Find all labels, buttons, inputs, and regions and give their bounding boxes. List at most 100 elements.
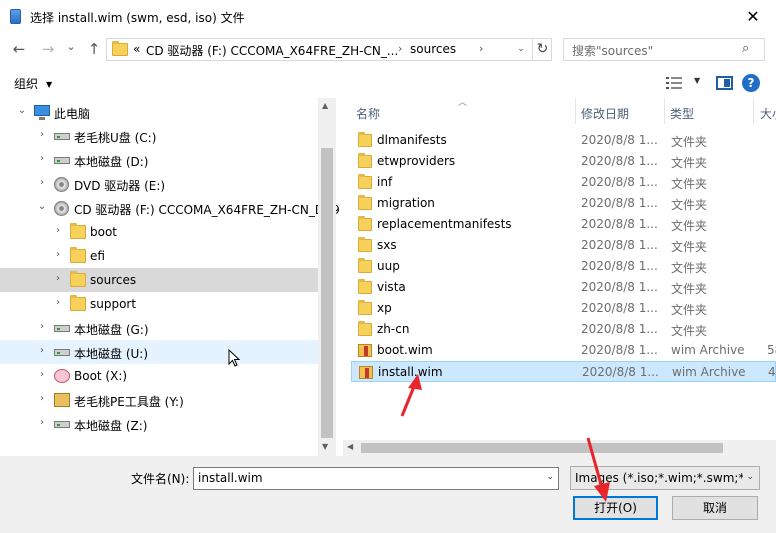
chevron-down-icon[interactable]: ⌄ [36, 201, 48, 212]
file-row[interactable]: inf 2020/8/8 1... 文件夹 [351, 172, 776, 193]
chevron-right-icon[interactable]: › [36, 153, 48, 164]
filename-input[interactable]: install.wim ⌄ [193, 467, 559, 490]
column-type[interactable]: 类型 [670, 105, 694, 122]
nav-tree-item[interactable]: › sources [0, 268, 318, 292]
scroll-thumb[interactable] [361, 443, 723, 453]
nav-tree-item[interactable]: › Boot (X:) [0, 364, 318, 388]
nav-tree-item[interactable]: ⌄ 此电脑 [0, 100, 318, 124]
breadcrumb-separator-icon[interactable]: › [479, 42, 483, 55]
chevron-right-icon[interactable]: › [36, 417, 48, 428]
breadcrumb-overflow[interactable]: « [133, 42, 140, 56]
filename-value[interactable]: install.wim [198, 471, 263, 485]
file-date: 2020/8/8 1... [581, 322, 658, 336]
back-arrow-icon[interactable]: ← [8, 38, 30, 60]
scroll-left-icon[interactable]: ◀ [347, 442, 353, 451]
cancel-button[interactable]: 取消 [672, 496, 758, 520]
close-icon[interactable]: ✕ [736, 4, 770, 30]
toolbar: 组织 ▼ [0, 66, 776, 98]
chevron-right-icon[interactable]: › [52, 225, 64, 236]
chevron-right-icon[interactable]: › [36, 345, 48, 356]
nav-tree-item[interactable]: › 老毛桃PE工具盘 (Y:) [0, 388, 318, 412]
nav-scrollbar[interactable]: ▲ ▼ [318, 98, 336, 456]
file-name: uup [377, 259, 400, 273]
chevron-right-icon[interactable]: › [36, 129, 48, 140]
nav-tree-item[interactable]: › 本地磁盘 (D:) [0, 148, 318, 172]
view-options-icon[interactable] [666, 76, 682, 90]
filename-label: 文件名(N): [131, 472, 190, 486]
up-arrow-icon[interactable]: ↑ [83, 38, 105, 60]
address-bar[interactable]: « CD 驱动器 (F:) CCCOMA_X64FRE_ZH-CN_... › … [106, 38, 552, 61]
column-date[interactable]: 修改日期 [581, 105, 629, 122]
folder-icon [70, 271, 86, 287]
file-date: 2020/8/8 1... [581, 238, 658, 252]
file-row[interactable]: boot.wim 2020/8/8 1... wim Archive 58 [351, 340, 776, 361]
chevron-down-icon[interactable]: ⌄ [546, 472, 554, 482]
file-row[interactable]: vista 2020/8/8 1... 文件夹 [351, 277, 776, 298]
file-row[interactable]: dlmanifests 2020/8/8 1... 文件夹 [351, 130, 776, 151]
file-type: 文件夹 [671, 177, 708, 191]
folder-icon [358, 258, 372, 273]
nav-tree-item[interactable]: › 老毛桃U盘 (C:) [0, 124, 318, 148]
breadcrumb-sources[interactable]: sources [410, 42, 456, 56]
chevron-right-icon[interactable]: › [52, 249, 64, 260]
archive-file-icon [359, 366, 373, 379]
file-row[interactable]: xp 2020/8/8 1... 文件夹 [351, 298, 776, 319]
breadcrumb-separator-icon[interactable]: › [398, 42, 402, 55]
window-title: 选择 install.wim (swm, esd, iso) 文件 [30, 11, 245, 25]
scroll-thumb[interactable] [321, 148, 333, 438]
drive-icon [54, 157, 70, 164]
file-row[interactable]: uup 2020/8/8 1... 文件夹 [351, 256, 776, 277]
nav-tree-item[interactable]: ⌄ CD 驱动器 (F:) CCCOMA_X64FRE_ZH-CN_DV9 [0, 196, 340, 220]
file-date: 2020/8/8 1... [581, 217, 658, 231]
chevron-right-icon[interactable]: › [52, 297, 64, 308]
scroll-down-icon[interactable]: ▼ [322, 442, 328, 451]
file-row[interactable]: zh-cn 2020/8/8 1... 文件夹 [351, 319, 776, 340]
column-divider[interactable] [753, 98, 754, 124]
scroll-up-icon[interactable]: ▲ [322, 101, 328, 110]
nav-tree-item[interactable]: › efi [0, 244, 318, 268]
help-icon[interactable]: ? [742, 74, 760, 92]
organize-button[interactable]: 组织 ▼ [14, 75, 52, 92]
search-icon[interactable]: ⌕ [742, 41, 749, 56]
forward-arrow-icon[interactable]: → [37, 38, 59, 60]
file-date: 2020/8/8 1... [581, 280, 658, 294]
file-date: 2020/8/8 1... [581, 154, 658, 168]
column-name[interactable]: 名称 [356, 105, 380, 122]
nav-tree-item[interactable]: › 本地磁盘 (G:) [0, 316, 318, 340]
folder-icon [70, 247, 86, 263]
file-row[interactable]: replacementmanifests 2020/8/8 1... 文件夹 [351, 214, 776, 235]
folder-icon [358, 195, 372, 210]
chevron-right-icon[interactable]: › [52, 273, 64, 284]
file-name: etwproviders [377, 154, 456, 168]
file-date: 2020/8/8 1... [581, 343, 658, 357]
nav-tree-item[interactable]: › support [0, 292, 318, 316]
search-input[interactable]: 搜索"sources" ⌕ [563, 38, 765, 61]
file-row[interactable]: etwproviders 2020/8/8 1... 文件夹 [351, 151, 776, 172]
preview-pane-icon[interactable] [716, 76, 733, 90]
column-divider[interactable] [664, 98, 665, 124]
nav-tree-label: efi [90, 249, 105, 263]
address-dropdown-icon[interactable]: ⌄ [512, 40, 530, 59]
file-row[interactable]: sxs 2020/8/8 1... 文件夹 [351, 235, 776, 256]
chevron-down-icon[interactable]: ⌄ [16, 105, 28, 116]
nav-tree-label: 此电脑 [54, 107, 91, 121]
file-list-hscrollbar[interactable]: ◀ [343, 440, 776, 456]
nav-tree-item[interactable]: › DVD 驱动器 (E:) [0, 172, 318, 196]
chevron-right-icon[interactable]: › [36, 393, 48, 404]
chevron-right-icon[interactable]: › [36, 177, 48, 188]
chevron-right-icon[interactable]: › [36, 369, 48, 380]
breadcrumb-drive[interactable]: CD 驱动器 (F:) CCCOMA_X64FRE_ZH-CN_... [146, 42, 398, 59]
file-row[interactable]: migration 2020/8/8 1... 文件夹 [351, 193, 776, 214]
nav-tree-item[interactable]: › boot [0, 220, 318, 244]
nav-tree-item[interactable]: › 本地磁盘 (Z:) [0, 412, 318, 436]
chevron-down-icon[interactable]: ⌄ [746, 472, 754, 482]
nav-tree-item[interactable]: › 本地磁盘 (U:) [0, 340, 318, 364]
view-dropdown-icon[interactable]: ▼ [694, 76, 700, 85]
file-date: 2020/8/8 1... [582, 365, 659, 379]
recent-locations-chevron-icon[interactable]: ⌄ [60, 36, 82, 58]
nav-tree-label: DVD 驱动器 (E:) [74, 179, 166, 193]
refresh-icon[interactable]: ↻ [532, 39, 552, 60]
chevron-right-icon[interactable]: › [36, 321, 48, 332]
column-size[interactable]: 大小 [760, 105, 776, 122]
column-divider[interactable] [575, 98, 576, 124]
